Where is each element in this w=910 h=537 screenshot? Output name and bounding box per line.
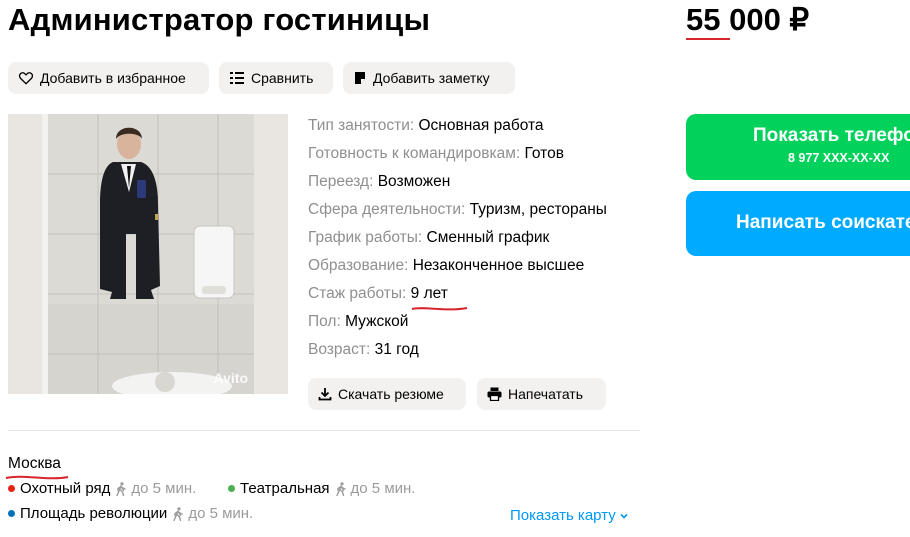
param-row: Возраст: 31 год	[308, 336, 607, 364]
param-value: Сменный график	[426, 229, 550, 246]
param-row: Готовность к командировкам: Готов	[308, 140, 607, 168]
write-message-button[interactable]: Написать соискателю	[686, 191, 910, 256]
walk-time-label: до 5 мин.	[131, 480, 197, 497]
walking-icon	[335, 481, 346, 496]
compare-label: Сравнить	[251, 70, 314, 86]
param-value: Возможен	[377, 173, 451, 190]
param-value: Основная работа	[418, 117, 544, 134]
metro-station: Площадь революции до 5 мин.	[8, 505, 253, 522]
download-icon	[318, 388, 332, 401]
metro-station: Театральная до 5 мин.	[228, 480, 415, 497]
param-label: Пол:	[308, 313, 341, 330]
param-label: Переезд:	[308, 173, 374, 190]
param-row: Переезд: Возможен	[308, 168, 607, 196]
walk-time-label: до 5 мин.	[350, 480, 416, 497]
param-value: 9 лет	[410, 285, 448, 302]
param-value: 31 год	[374, 341, 419, 358]
walk-time-label: до 5 мин.	[188, 505, 254, 522]
param-label: Тип занятости:	[308, 117, 415, 134]
phone-number: 8 977 XXX-XX-XX	[788, 151, 890, 165]
add-note-label: Добавить заметку	[373, 70, 490, 86]
metro-line-dot	[228, 485, 235, 492]
param-label: График работы:	[308, 229, 423, 246]
print-button[interactable]: Напечатать	[477, 378, 606, 410]
section-divider	[8, 430, 640, 431]
metro-station-name: Театральная	[240, 480, 330, 497]
page-title: Администратор гостиницы	[8, 2, 431, 37]
add-note-button[interactable]: Добавить заметку	[343, 62, 515, 94]
price: 55 000 ₽	[686, 2, 810, 37]
param-row: Тип занятости: Основная работа	[308, 112, 607, 140]
printer-icon	[487, 387, 502, 401]
param-label: Стаж работы:	[308, 285, 407, 302]
param-row: Сфера деятельности: Туризм, рестораны	[308, 196, 607, 224]
show-map-label: Показать карту	[510, 507, 616, 524]
param-label: Возраст:	[308, 341, 371, 358]
resume-params: Тип занятости: Основная работа Готовност…	[308, 112, 607, 364]
show-phone-label: Показать телефон	[753, 125, 910, 146]
metro-station-name: Площадь революции	[20, 505, 168, 522]
add-favorite-button[interactable]: Добавить в избранное	[8, 62, 209, 94]
price-underline-annotation	[686, 38, 730, 40]
candidate-photo[interactable]: Avito	[8, 114, 288, 394]
experience-underline-annotation	[411, 307, 468, 311]
param-label: Готовность к командировкам:	[308, 145, 521, 162]
walking-icon	[116, 481, 127, 496]
metro-station-name: Охотный ряд	[20, 480, 111, 497]
param-value: Готов	[524, 145, 564, 162]
add-favorite-label: Добавить в избранное	[40, 70, 186, 86]
write-message-label: Написать соискателю	[736, 212, 910, 233]
param-label: Сфера деятельности:	[308, 201, 466, 218]
param-row: График работы: Сменный график	[308, 224, 607, 252]
metro-line-dot	[8, 485, 15, 492]
chevron-down-icon	[620, 513, 628, 519]
param-label: Образование:	[308, 257, 409, 274]
walk-time: до 5 мин.	[335, 480, 416, 497]
print-label: Напечатать	[508, 386, 584, 402]
photo-illustration	[8, 114, 288, 394]
param-value: Туризм, рестораны	[469, 201, 607, 218]
metro-station: Охотный ряд до 5 мин.	[8, 480, 196, 497]
param-value: Мужской	[345, 313, 409, 330]
walk-time: до 5 мин.	[115, 480, 196, 497]
heart-icon	[18, 72, 34, 85]
download-resume-label: Скачать резюме	[338, 386, 444, 402]
walking-icon	[173, 506, 184, 521]
city: Москва	[8, 455, 61, 472]
param-value: Незаконченное высшее	[412, 257, 585, 274]
metro-line-dot	[8, 510, 15, 517]
compare-icon	[230, 72, 244, 84]
param-row: Образование: Незаконченное высшее	[308, 252, 607, 280]
show-phone-button[interactable]: Показать телефон 8 977 XXX-XX-XX	[686, 114, 910, 180]
compare-button[interactable]: Сравнить	[219, 62, 333, 94]
download-resume-button[interactable]: Скачать резюме	[308, 378, 466, 410]
walk-time: до 5 мин.	[172, 505, 253, 522]
photo-watermark: Avito	[213, 370, 248, 386]
note-icon	[355, 72, 365, 84]
show-map-link[interactable]: Показать карту	[510, 507, 629, 524]
